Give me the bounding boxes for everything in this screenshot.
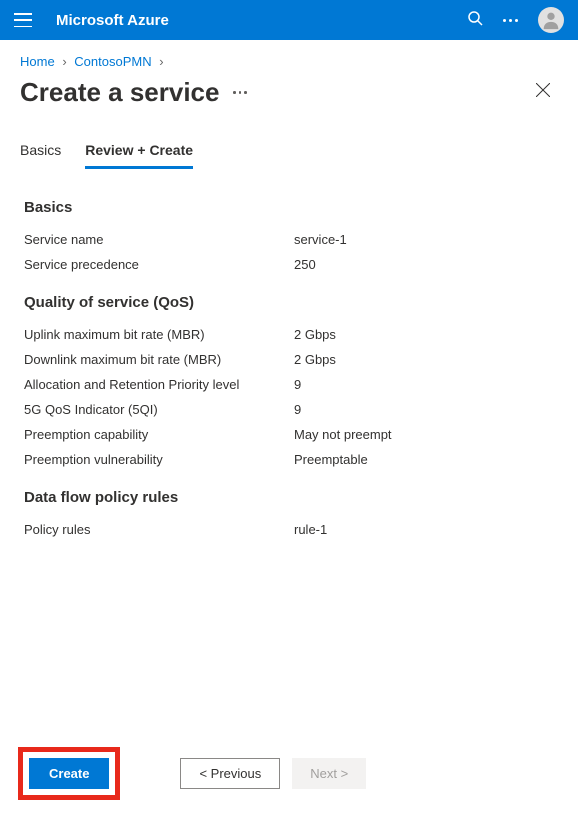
field-label: Service name bbox=[24, 232, 294, 247]
tab-review-create[interactable]: Review + Create bbox=[85, 142, 193, 169]
breadcrumb: Home › ContosoPMN › bbox=[0, 40, 578, 75]
field-label: Allocation and Retention Priority level bbox=[24, 377, 294, 392]
field-value: service-1 bbox=[294, 232, 347, 247]
field-row: Allocation and Retention Priority level … bbox=[24, 377, 554, 392]
section-basics-title: Basics bbox=[24, 199, 554, 216]
tabs: Basics Review + Create bbox=[0, 120, 578, 169]
section-qos-title: Quality of service (QoS) bbox=[24, 294, 554, 311]
breadcrumb-home[interactable]: Home bbox=[20, 54, 55, 69]
close-icon[interactable] bbox=[528, 79, 558, 106]
field-value: rule-1 bbox=[294, 522, 327, 537]
field-label: Preemption vulnerability bbox=[24, 452, 294, 467]
field-value: 2 Gbps bbox=[294, 327, 336, 342]
page-title: Create a service bbox=[20, 77, 219, 108]
field-label: Policy rules bbox=[24, 522, 294, 537]
field-row: Preemption capability May not preempt bbox=[24, 427, 554, 442]
previous-button[interactable]: < Previous bbox=[180, 758, 280, 789]
field-value: May not preempt bbox=[294, 427, 392, 442]
field-row: 5G QoS Indicator (5QI) 9 bbox=[24, 402, 554, 417]
create-button-highlight: Create bbox=[18, 747, 120, 800]
field-value: Preemptable bbox=[294, 452, 368, 467]
create-button[interactable]: Create bbox=[29, 758, 109, 789]
field-label: 5G QoS Indicator (5QI) bbox=[24, 402, 294, 417]
field-row: Service precedence 250 bbox=[24, 257, 554, 272]
field-row: Service name service-1 bbox=[24, 232, 554, 247]
next-button: Next > bbox=[292, 758, 366, 789]
field-row: Uplink maximum bit rate (MBR) 2 Gbps bbox=[24, 327, 554, 342]
field-value: 2 Gbps bbox=[294, 352, 336, 367]
page-header: Create a service bbox=[0, 75, 578, 120]
chevron-right-icon: › bbox=[159, 54, 163, 69]
field-label: Service precedence bbox=[24, 257, 294, 272]
section-rules-title: Data flow policy rules bbox=[24, 489, 554, 506]
footer: Create < Previous Next > bbox=[0, 729, 578, 818]
field-label: Uplink maximum bit rate (MBR) bbox=[24, 327, 294, 342]
search-icon[interactable] bbox=[467, 10, 483, 31]
field-value: 250 bbox=[294, 257, 316, 272]
field-row: Preemption vulnerability Preemptable bbox=[24, 452, 554, 467]
hamburger-menu-icon[interactable] bbox=[14, 13, 32, 27]
page-more-icon[interactable] bbox=[233, 91, 247, 94]
field-label: Preemption capability bbox=[24, 427, 294, 442]
breadcrumb-resource[interactable]: ContosoPMN bbox=[74, 54, 151, 69]
tab-basics[interactable]: Basics bbox=[20, 142, 61, 169]
field-value: 9 bbox=[294, 402, 301, 417]
more-icon[interactable] bbox=[503, 19, 518, 22]
field-row: Policy rules rule-1 bbox=[24, 522, 554, 537]
field-row: Downlink maximum bit rate (MBR) 2 Gbps bbox=[24, 352, 554, 367]
chevron-right-icon: › bbox=[62, 54, 66, 69]
field-value: 9 bbox=[294, 377, 301, 392]
brand-title: Microsoft Azure bbox=[56, 12, 169, 29]
field-label: Downlink maximum bit rate (MBR) bbox=[24, 352, 294, 367]
content: Basics Service name service-1 Service pr… bbox=[0, 169, 578, 537]
top-bar: Microsoft Azure bbox=[0, 0, 578, 40]
avatar[interactable] bbox=[538, 7, 564, 33]
